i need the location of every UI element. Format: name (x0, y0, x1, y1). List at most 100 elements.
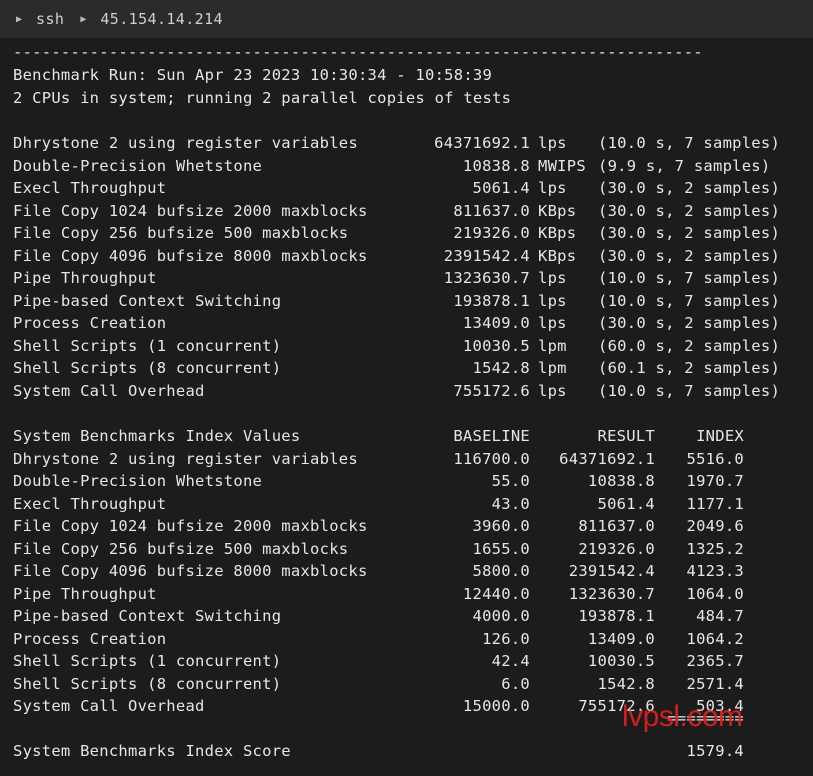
index-row-name: Process Creation (13, 629, 167, 648)
result-detail: (10.0 s, 7 samples) (598, 291, 781, 310)
result-value: 811637.0 (453, 201, 530, 220)
index-row-baseline: 4000.0 (472, 607, 530, 625)
result-header: RESULT (597, 427, 655, 445)
result-name: Execl Throughput (13, 179, 167, 197)
index-row-result: 811637.0 (578, 517, 655, 535)
result-value: 1542.8 (472, 359, 530, 377)
index-row-name: Pipe Throughput (13, 584, 157, 603)
index-row-name: Pipe-based Context Switching (13, 607, 282, 625)
result-detail: (30.0 s, 2 samples) (598, 246, 781, 265)
result-name: Shell Scripts (1 concurrent) (13, 336, 282, 355)
index-row-index: 2571.4 (686, 674, 744, 693)
breadcrumb-label: ssh (36, 10, 65, 28)
result-name: File Copy 1024 bufsize 2000 maxblocks (13, 201, 368, 220)
result-unit: KBps (538, 224, 577, 242)
result-unit: KBps (538, 201, 577, 220)
result-unit: lps (538, 291, 567, 310)
index-row-baseline: 15000.0 (462, 697, 530, 715)
index-row-result: 1323630.7 (568, 584, 655, 603)
index-row-index: 4123.3 (686, 562, 744, 580)
result-name: Pipe Throughput (13, 269, 157, 287)
score-value: 1579.4 (686, 742, 744, 760)
terminal-output[interactable]: ----------------------------------------… (0, 38, 813, 776)
result-detail: (60.1 s, 2 samples) (598, 359, 781, 377)
index-row-name: Dhrystone 2 using register variables (13, 449, 358, 468)
result-detail: (10.0 s, 7 samples) (598, 134, 781, 152)
index-row-baseline: 43.0 (491, 494, 530, 513)
index-row-result: 10838.8 (587, 472, 655, 490)
index-row-baseline: 55.0 (491, 472, 530, 490)
index-row-index: 1064.2 (686, 629, 744, 648)
result-detail: (9.9 s, 7 samples) (598, 156, 771, 175)
result-name: File Copy 256 bufsize 500 maxblocks (13, 224, 349, 242)
result-unit: lps (538, 269, 567, 287)
index-row-index: 1325.2 (686, 539, 744, 558)
result-detail: (30.0 s, 2 samples) (598, 179, 781, 197)
result-unit: lps (538, 134, 567, 152)
result-value: 5061.4 (472, 179, 530, 197)
result-detail: (30.0 s, 2 samples) (598, 201, 781, 220)
result-value: 64371692.1 (434, 134, 530, 152)
index-row-result: 64371692.1 (559, 449, 655, 468)
breadcrumb-host[interactable]: ▶ 45.154.14.214 (64, 10, 223, 28)
breadcrumb-label: 45.154.14.214 (100, 10, 223, 28)
run-line: Benchmark Run: Sun Apr 23 2023 10:30:34 … (13, 66, 493, 84)
index-row-baseline: 6.0 (501, 674, 530, 693)
index-row-index: 1970.7 (686, 472, 744, 490)
index-row-baseline: 3960.0 (472, 517, 530, 535)
index-row-name: File Copy 256 bufsize 500 maxblocks (13, 539, 349, 558)
result-name: Double-Precision Whetstone (13, 156, 263, 175)
index-row-name: Shell Scripts (8 concurrent) (13, 674, 282, 693)
index-row-index: 2365.7 (686, 652, 744, 670)
result-name: Pipe-based Context Switching (13, 291, 282, 310)
index-row-name: Execl Throughput (13, 494, 167, 513)
index-row-baseline: 12440.0 (462, 584, 530, 603)
result-detail: (10.0 s, 7 samples) (598, 381, 781, 400)
index-row-index: 1177.1 (686, 494, 744, 513)
result-unit: MWIPS (538, 156, 586, 175)
index-row-baseline: 116700.0 (453, 449, 530, 468)
index-row-baseline: 1655.0 (472, 539, 530, 558)
result-name: Shell Scripts (8 concurrent) (13, 359, 282, 377)
index-row-index: 2049.6 (686, 517, 744, 535)
result-name: Dhrystone 2 using register variables (13, 134, 358, 152)
result-value: 10838.8 (462, 156, 530, 175)
result-unit: lps (538, 381, 567, 400)
index-header: INDEX (696, 427, 744, 445)
index-row-baseline: 126.0 (482, 629, 530, 648)
breadcrumb-ssh[interactable]: ▶ ssh (0, 10, 64, 28)
index-row-name: File Copy 1024 bufsize 2000 maxblocks (13, 517, 368, 535)
result-unit: lps (538, 314, 567, 332)
result-value: 10030.5 (462, 336, 530, 355)
index-row-result: 1542.8 (597, 674, 655, 693)
result-value: 1323630.7 (443, 269, 530, 287)
watermark-logo: lvpsl.com (622, 700, 743, 733)
title-bar: ▶ ssh ▶ 45.154.14.214 (0, 0, 813, 38)
index-row-name: Shell Scripts (1 concurrent) (13, 652, 282, 670)
result-name: System Call Overhead (13, 381, 205, 400)
result-value: 2391542.4 (443, 246, 530, 265)
index-row-index: 484.7 (696, 607, 744, 625)
result-unit: lps (538, 179, 567, 197)
baseline-header: BASELINE (453, 427, 530, 445)
result-value: 755172.6 (453, 381, 530, 400)
index-row-index: 5516.0 (686, 449, 744, 468)
caret-right-icon: ▶ (16, 13, 23, 25)
result-value: 219326.0 (453, 224, 530, 242)
result-name: File Copy 4096 bufsize 8000 maxblocks (13, 246, 368, 265)
result-detail: (10.0 s, 7 samples) (598, 269, 781, 287)
index-row-result: 219326.0 (578, 539, 655, 558)
index-row-result: 2391542.4 (568, 562, 655, 580)
index-row-name: File Copy 4096 bufsize 8000 maxblocks (13, 562, 368, 580)
score-label: System Benchmarks Index Score (13, 742, 291, 760)
result-unit: KBps (538, 246, 577, 265)
index-row-result: 193878.1 (578, 607, 655, 625)
result-detail: (30.0 s, 2 samples) (598, 224, 781, 242)
index-row-name: System Call Overhead (13, 697, 205, 715)
result-detail: (60.0 s, 2 samples) (598, 336, 781, 355)
index-title: System Benchmarks Index Values (13, 427, 301, 445)
index-row-baseline: 42.4 (491, 652, 530, 670)
result-value: 193878.1 (453, 291, 530, 310)
result-detail: (30.0 s, 2 samples) (598, 314, 781, 332)
index-row-baseline: 5800.0 (472, 562, 530, 580)
